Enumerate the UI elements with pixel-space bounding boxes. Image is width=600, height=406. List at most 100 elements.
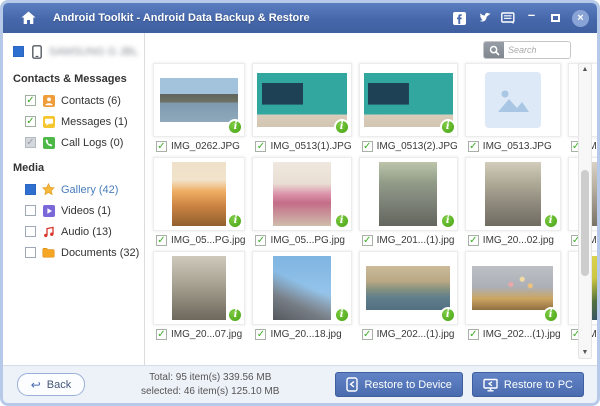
thumbnail-card[interactable]: i bbox=[464, 251, 561, 325]
thumbnail-card[interactable]: i bbox=[358, 251, 458, 325]
titlebar: Android Toolkit - Android Data Backup & … bbox=[3, 3, 597, 33]
audio-icon bbox=[42, 225, 55, 238]
sidebar-item-label: Call Logs (0) bbox=[61, 136, 124, 149]
sidebar-item-gallery[interactable]: Gallery (42) bbox=[3, 179, 144, 200]
item-checkbox[interactable]: ✓ bbox=[156, 329, 167, 340]
item-checkbox[interactable]: ✓ bbox=[361, 235, 373, 246]
checkbox[interactable] bbox=[25, 247, 36, 258]
gallery-item: i✓IMG_05...PG.jpg bbox=[153, 157, 246, 248]
file-name: IMG_20...02.jpg bbox=[482, 235, 554, 246]
sidebar-sections: Contacts & Messages ✓ Contacts (6) ✓ Message… bbox=[3, 64, 144, 263]
info-icon[interactable]: i bbox=[227, 119, 244, 135]
restore-to-device-label: Restore to Device bbox=[364, 378, 452, 391]
sidebar-item-documents[interactable]: Documents (32) bbox=[3, 242, 144, 263]
image-placeholder-icon bbox=[484, 72, 541, 128]
close-button[interactable]: × bbox=[572, 9, 589, 27]
item-checkbox[interactable]: ✓ bbox=[467, 235, 479, 246]
gallery-icon bbox=[42, 183, 55, 196]
search-input[interactable] bbox=[504, 42, 570, 58]
sidebar-item-audio[interactable]: Audio (13) bbox=[3, 221, 144, 242]
info-icon[interactable]: i bbox=[542, 213, 559, 229]
item-checkbox[interactable]: ✓ bbox=[156, 141, 167, 152]
info-icon[interactable]: i bbox=[227, 307, 244, 323]
info-icon[interactable]: i bbox=[333, 119, 350, 135]
sidebar-item-label: Audio (13) bbox=[61, 225, 112, 238]
item-checkbox[interactable]: ✓ bbox=[467, 329, 479, 340]
item-checkbox[interactable]: ✓ bbox=[361, 141, 373, 152]
sidebar-item-label: Messages (1) bbox=[61, 115, 128, 128]
info-icon[interactable]: i bbox=[227, 213, 244, 229]
back-button-label: Back bbox=[46, 378, 72, 391]
call-logs-icon bbox=[42, 136, 55, 149]
thumbnail-stone-alley-greenery bbox=[379, 161, 438, 227]
scrollbar-thumb[interactable] bbox=[581, 169, 589, 276]
sidebar-item-videos[interactable]: Videos (1) bbox=[3, 200, 144, 221]
sidebar-item-contacts[interactable]: ✓ Contacts (6) bbox=[3, 90, 144, 111]
sidebar-item-call-logs[interactable]: ✓ Call Logs (0) bbox=[3, 132, 144, 153]
search-box bbox=[483, 41, 571, 59]
feedback-button[interactable] bbox=[500, 11, 515, 26]
checkbox[interactable]: ✓ bbox=[25, 116, 36, 127]
checkbox[interactable] bbox=[25, 226, 36, 237]
restore-to-pc-button[interactable]: Restore to PC bbox=[471, 372, 584, 397]
thumbnail-card[interactable]: i bbox=[358, 63, 458, 137]
gallery-grid: i ✓ IMG_0262.JPG i ✓ IMG_0513(1).JPG i ✓ IMG_051… bbox=[145, 61, 597, 342]
gallery-item: i ✓ IMG_20...02.jpg bbox=[464, 157, 561, 248]
info-icon[interactable]: i bbox=[542, 307, 559, 323]
info-icon[interactable]: i bbox=[439, 119, 456, 135]
file-name: IMG_20...18.jpg bbox=[270, 329, 342, 340]
gallery-item: i✓IMG_05...PG.jpg bbox=[252, 157, 352, 248]
thumbnail-card[interactable]: i bbox=[252, 251, 352, 325]
restore-to-pc-label: Restore to PC bbox=[503, 378, 573, 391]
scroll-down-arrow[interactable]: ▼ bbox=[579, 347, 591, 358]
thumbnail-card[interactable] bbox=[464, 63, 561, 137]
minimize-button[interactable]: – bbox=[524, 8, 539, 26]
checkbox[interactable]: ✓ bbox=[25, 137, 36, 148]
gallery-item: i ✓ IMG_20...18.jpg bbox=[252, 251, 352, 342]
info-icon[interactable]: i bbox=[439, 307, 456, 323]
facebook-button[interactable] bbox=[452, 11, 467, 26]
twitter-button[interactable] bbox=[476, 11, 491, 26]
messages-icon bbox=[42, 115, 55, 128]
maximize-button[interactable] bbox=[548, 11, 563, 26]
info-icon[interactable]: i bbox=[439, 213, 456, 229]
item-checkbox[interactable]: ✓ bbox=[255, 235, 267, 246]
home-button[interactable] bbox=[17, 7, 39, 29]
checkbox[interactable] bbox=[25, 205, 36, 216]
item-checkbox[interactable]: ✓ bbox=[156, 235, 167, 246]
thumbnail-card[interactable]: i bbox=[252, 157, 352, 231]
checkbox[interactable] bbox=[25, 184, 36, 195]
item-checkbox[interactable]: ✓ bbox=[467, 141, 479, 152]
file-name: IMG_0262.JPG bbox=[171, 141, 240, 152]
gallery-item: i ✓ IMG_202...(1).jpg bbox=[464, 251, 561, 342]
item-checkbox[interactable]: ✓ bbox=[255, 141, 267, 152]
documents-icon bbox=[42, 246, 55, 259]
gallery-item: i ✓ IMG_0513(1).JPG bbox=[252, 63, 352, 154]
info-icon[interactable]: i bbox=[333, 213, 350, 229]
thumbnail-card[interactable]: i bbox=[153, 157, 246, 231]
device-row[interactable]: SAMSUNG G JBL 1278 bbox=[3, 41, 144, 64]
file-name: IMG_201...(1).jpg bbox=[376, 235, 455, 246]
checkbox[interactable]: ✓ bbox=[25, 95, 36, 106]
scroll-up-arrow[interactable]: ▲ bbox=[579, 64, 591, 75]
item-checkbox[interactable]: ✓ bbox=[361, 329, 373, 340]
thumbnail-card[interactable]: i bbox=[464, 157, 561, 231]
restore-to-pc-icon bbox=[483, 378, 498, 392]
info-icon[interactable]: i bbox=[333, 307, 350, 323]
back-button[interactable]: ↩ Back bbox=[17, 373, 85, 396]
gallery-item: i ✓ IMG_20...07.jpg bbox=[153, 251, 246, 342]
thumbnail-card[interactable]: i bbox=[252, 63, 352, 137]
restore-to-device-button[interactable]: Restore to Device bbox=[335, 372, 463, 397]
section-header: Contacts & Messages bbox=[13, 73, 127, 85]
search-button[interactable] bbox=[484, 42, 504, 58]
thumbnail-card[interactable]: i bbox=[153, 63, 246, 137]
device-checkbox[interactable] bbox=[13, 46, 24, 57]
thumbnail-card[interactable]: i bbox=[153, 251, 246, 325]
item-checkbox[interactable]: ✓ bbox=[255, 329, 267, 340]
scrollbar[interactable]: ▲ ▼ bbox=[578, 63, 592, 359]
feedback-icon bbox=[500, 12, 515, 24]
file-name: IMG_20...07.jpg bbox=[171, 329, 243, 340]
sidebar-item-messages[interactable]: ✓ Messages (1) bbox=[3, 111, 144, 132]
thumbnail-card[interactable]: i bbox=[358, 157, 458, 231]
file-name: IMG_202...(1).jpg bbox=[376, 329, 455, 340]
